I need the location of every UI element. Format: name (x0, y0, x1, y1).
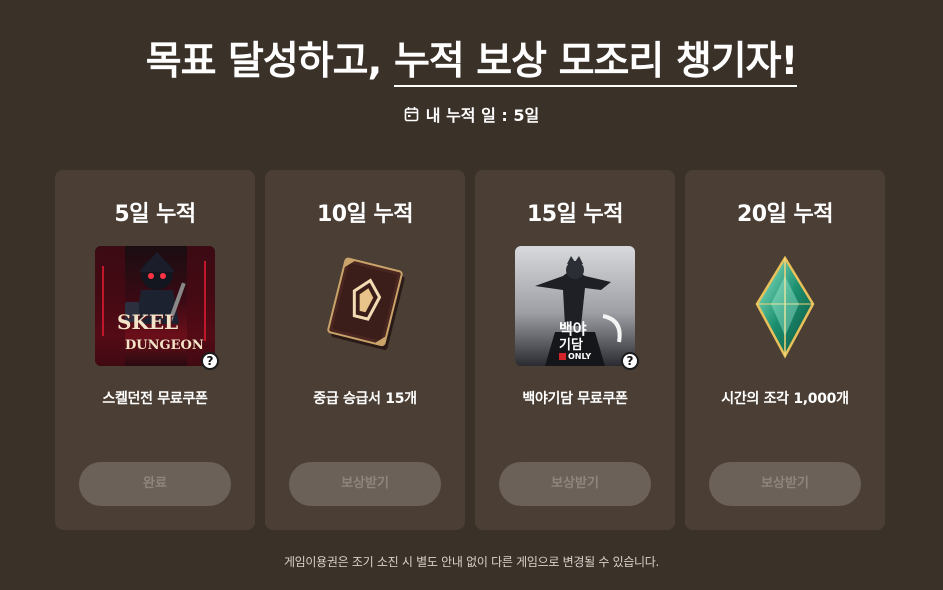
title-part1: 목표 달성하고, (145, 39, 394, 84)
baekya-gidam-cover: 백야 기담 ONLY (515, 246, 635, 366)
card-title: 15일 누적 (527, 202, 624, 227)
footer-notice: 게임이용권은 조기 소진 시 별도 안내 없이 다른 게임으로 변경될 수 있습… (283, 555, 660, 569)
reward-card-20-days: 20일 누적 시간의 조각 1,000개 보상받기 (685, 170, 885, 530)
reward-card-10-days: 10일 누적 중급 승급서 15개 보상받기 (265, 170, 465, 530)
promotion-book-icon (305, 246, 425, 366)
claim-button-completed[interactable]: 완료 (79, 462, 231, 506)
help-icon[interactable]: ? (621, 352, 639, 370)
reward-label: 중급 승급서 15개 (313, 391, 417, 407)
claim-button[interactable]: 보상받기 (709, 462, 861, 506)
dungeon-logo-text: DUNGEON (125, 338, 204, 353)
gidam-logo-text: 기담 (559, 338, 583, 353)
calendar-icon (404, 107, 419, 122)
card-title: 10일 누적 (317, 202, 414, 227)
only-badge-text: ONLY (568, 352, 592, 361)
page-title: 목표 달성하고, 누적 보상 모조리 챙기자! (0, 30, 943, 87)
accumulated-days-text: 내 누적 일 : 5일 (425, 106, 540, 125)
card-title: 5일 누적 (114, 202, 196, 227)
card-title: 20일 누적 (737, 202, 834, 227)
accumulated-days: 내 누적 일 : 5일 (0, 102, 943, 126)
reward-card-15-days: 15일 누적 백야 기담 ONLY ? 백야기담 무료쿠폰 보상받기 (475, 170, 675, 530)
skel-logo-text: SKEL (117, 310, 179, 334)
only-badge: ONLY (559, 352, 591, 361)
reward-label: 백야기담 무료쿠폰 (522, 391, 628, 407)
only-badge-icon (559, 353, 566, 360)
time-fragment-crystal-icon (725, 246, 845, 366)
reward-label: 시간의 조각 1,000개 (721, 391, 849, 407)
skel-dungeon-cover: SKEL DUNGEON (95, 246, 215, 366)
reward-label: 스켈던전 무료쿠폰 (102, 391, 208, 407)
claim-button[interactable]: 보상받기 (499, 462, 651, 506)
claim-button[interactable]: 보상받기 (289, 462, 441, 506)
title-part2-underlined: 누적 보상 모조리 챙기자! (393, 39, 798, 87)
reward-card-5-days: 5일 누적 SKEL DUNGEON ? 스켈던전 무료쿠폰 완료 (55, 170, 255, 530)
help-icon[interactable]: ? (201, 352, 219, 370)
